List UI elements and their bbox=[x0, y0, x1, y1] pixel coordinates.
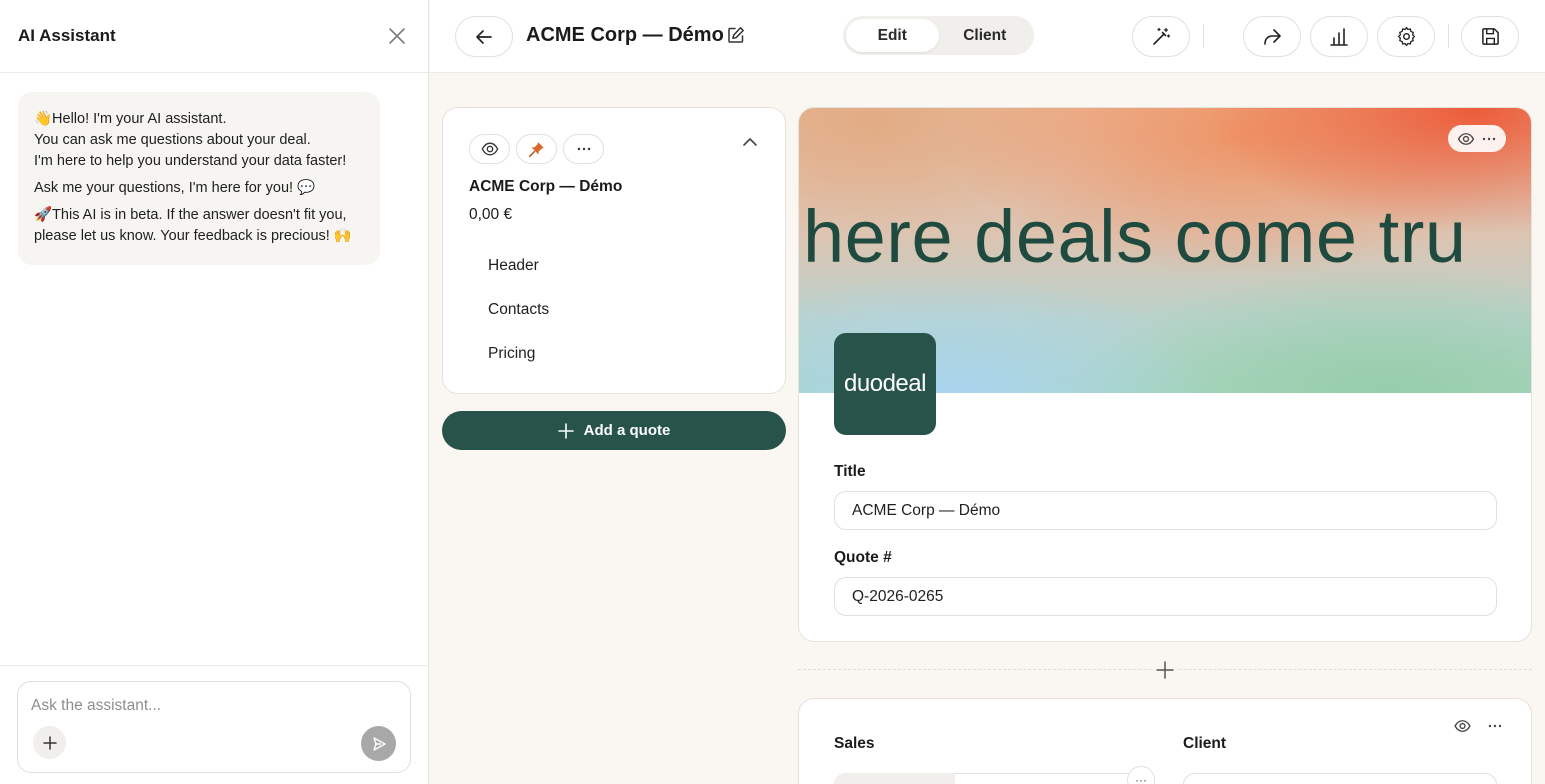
toolbar-divider bbox=[1448, 24, 1449, 48]
contacts-block: Sales Client ··· bbox=[798, 698, 1532, 784]
ai-prompt-input[interactable] bbox=[31, 694, 391, 718]
share-arrow-icon bbox=[1264, 28, 1281, 45]
document-title: ACME Corp — Démo bbox=[526, 24, 724, 46]
arrow-left-icon bbox=[476, 29, 492, 44]
ai-message-line: 🚀This AI is in beta. If the answer doesn… bbox=[34, 207, 347, 223]
visibility-toggle[interactable] bbox=[469, 134, 510, 164]
add-quote-button[interactable]: Add a quote bbox=[442, 411, 786, 450]
ai-input-box bbox=[17, 681, 411, 773]
settings-button[interactable] bbox=[1377, 16, 1435, 57]
banner-tagline: here deals come tru bbox=[803, 195, 1467, 278]
ai-panel-title: AI Assistant bbox=[18, 26, 116, 45]
back-button[interactable] bbox=[455, 16, 513, 57]
sales-label: Sales bbox=[834, 735, 875, 752]
floppy-disk-icon bbox=[1481, 28, 1499, 45]
share-button[interactable] bbox=[1243, 16, 1301, 57]
quote-total-price: 0,00 € bbox=[469, 206, 513, 223]
gear-icon bbox=[1397, 26, 1415, 47]
ellipsis-icon bbox=[1488, 724, 1502, 728]
ai-welcome-message: 👋Hello! I'm your AI assistant. You can a… bbox=[18, 92, 380, 265]
ai-magic-button[interactable] bbox=[1132, 16, 1190, 57]
ai-message-line: I'm here to help you understand your dat… bbox=[34, 153, 347, 169]
ai-assistant-panel: AI Assistant 👋Hello! I'm your AI assista… bbox=[0, 0, 429, 784]
outline-item-contacts[interactable]: Contacts bbox=[488, 301, 549, 319]
add-quote-label: Add a quote bbox=[583, 422, 671, 439]
sales-contact-avatar-area bbox=[834, 773, 955, 784]
editor-topbar: ACME Corp — Démo Edit Client bbox=[430, 0, 1545, 73]
ai-message-line: 👋Hello! I'm your AI assistant. bbox=[34, 111, 227, 127]
toolbar-divider bbox=[1203, 24, 1204, 48]
more-options-button[interactable] bbox=[563, 134, 604, 164]
client-contact-field[interactable] bbox=[1183, 773, 1497, 784]
mode-client-tab[interactable]: Client bbox=[939, 19, 1032, 52]
close-icon[interactable] bbox=[386, 25, 408, 47]
client-label: Client bbox=[1183, 735, 1227, 752]
outline-item-header[interactable]: Header bbox=[488, 257, 539, 275]
eye-icon bbox=[481, 142, 498, 156]
mode-edit-tab[interactable]: Edit bbox=[846, 19, 939, 52]
send-icon[interactable] bbox=[361, 726, 396, 761]
quote-number-field[interactable] bbox=[834, 577, 1497, 616]
magic-wand-icon bbox=[1153, 27, 1171, 45]
ai-composer bbox=[0, 665, 428, 784]
quote-title: ACME Corp — Démo bbox=[469, 178, 623, 195]
analytics-button[interactable] bbox=[1310, 16, 1368, 57]
mode-switch: Edit Client bbox=[843, 16, 1034, 55]
sales-contact-more-button[interactable]: ··· bbox=[1127, 766, 1155, 784]
pushpin-icon bbox=[528, 141, 544, 157]
collapse-chevron-up-icon[interactable] bbox=[742, 136, 758, 148]
edit-title-icon[interactable] bbox=[727, 26, 745, 44]
bar-chart-icon bbox=[1330, 27, 1348, 46]
attach-plus-icon[interactable] bbox=[33, 726, 66, 759]
quote-number-label: Quote # bbox=[834, 549, 892, 566]
eye-icon bbox=[1454, 720, 1471, 732]
contacts-toolbar[interactable] bbox=[1453, 719, 1503, 733]
ai-message-line: You can ask me questions about your deal… bbox=[34, 132, 311, 148]
banner-toolbar[interactable] bbox=[1448, 125, 1506, 152]
save-button[interactable] bbox=[1461, 16, 1519, 57]
quote-outline-card: ACME Corp — Démo 0,00 € Header Contacts … bbox=[442, 107, 786, 394]
company-logo[interactable]: duodeal bbox=[834, 333, 936, 435]
ellipsis-icon bbox=[1482, 137, 1496, 140]
ellipsis-icon bbox=[577, 147, 590, 151]
pin-toggle[interactable] bbox=[516, 134, 557, 164]
ai-message-line: Ask me your questions, I'm here for you!… bbox=[34, 180, 316, 196]
add-block-plus-icon[interactable] bbox=[1154, 659, 1176, 681]
outline-item-pricing[interactable]: Pricing bbox=[488, 345, 535, 363]
plus-icon bbox=[557, 422, 574, 439]
header-block: here deals come tru duodeal Title Quote … bbox=[798, 107, 1532, 642]
eye-icon bbox=[1457, 132, 1475, 145]
ai-message-line: please let us know. Your feedback is pre… bbox=[34, 228, 352, 244]
title-field[interactable] bbox=[834, 491, 1497, 530]
logo-text: duodeal bbox=[844, 370, 926, 397]
title-field-label: Title bbox=[834, 463, 866, 480]
ai-panel-header: AI Assistant bbox=[0, 0, 428, 73]
